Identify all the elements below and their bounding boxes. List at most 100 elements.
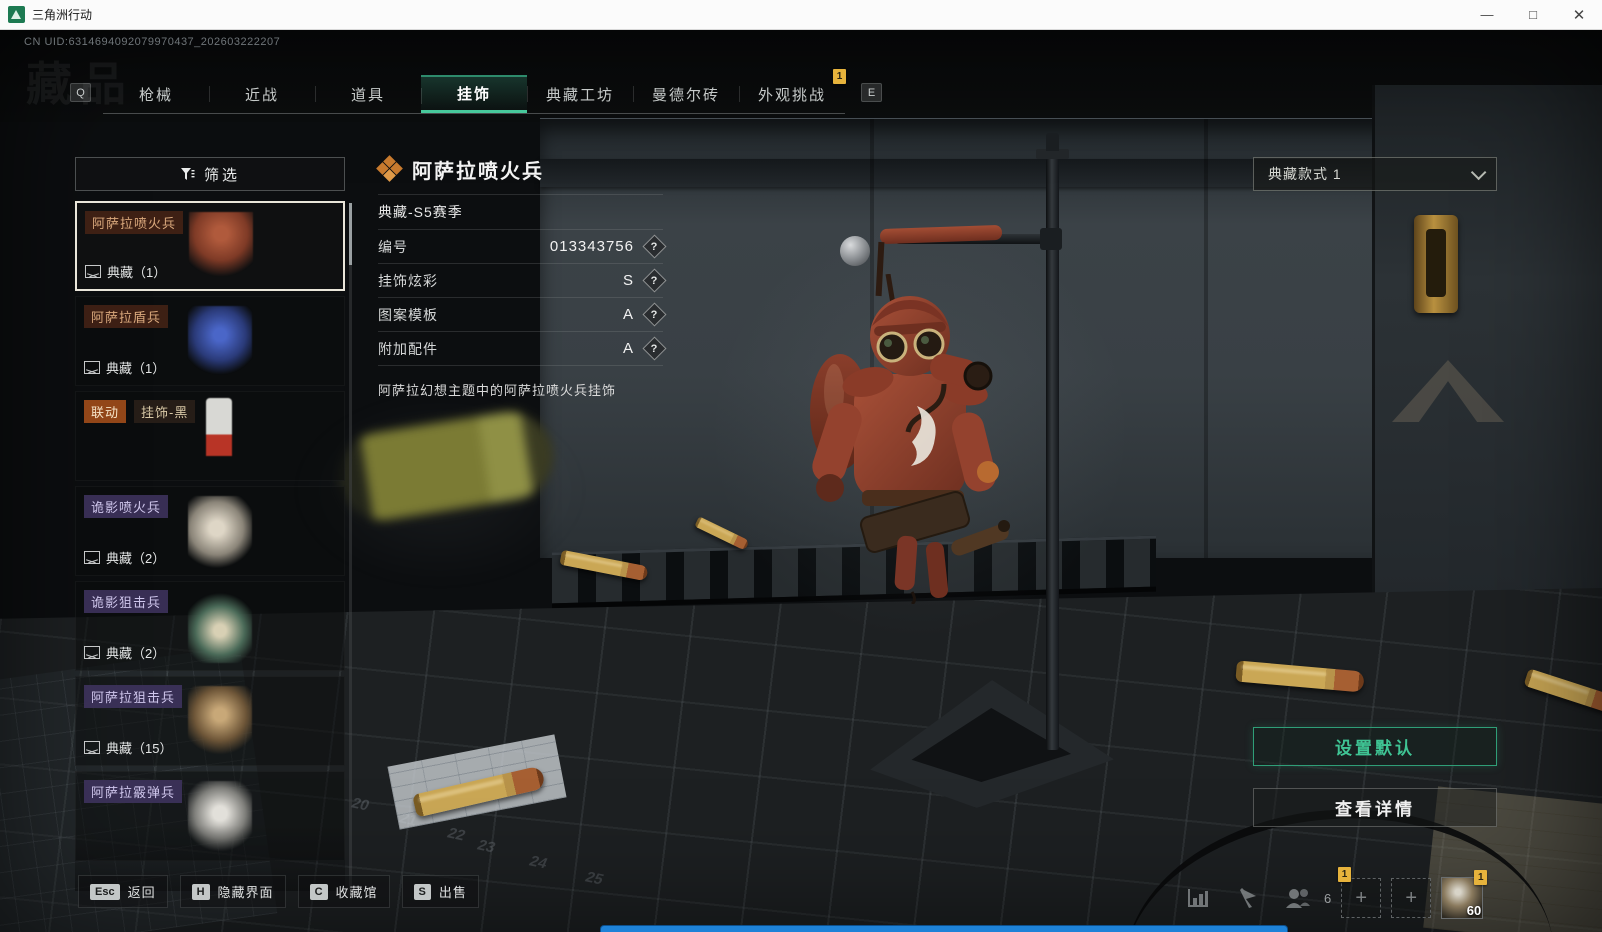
item-count: 典藏（1） xyxy=(106,361,166,376)
maximize-button[interactable]: □ xyxy=(1510,0,1556,29)
serial-number: 013343756 xyxy=(549,238,634,255)
minimize-button[interactable]: — xyxy=(1464,0,1510,29)
colorway-grade: S xyxy=(622,272,634,289)
item-thumbnail xyxy=(188,686,252,758)
hotkey-hide-ui[interactable]: H 隐藏界面 xyxy=(179,875,286,908)
list-item-linkage-black[interactable]: 联动 挂饰-黑 xyxy=(75,391,345,481)
item-count: 典藏（15） xyxy=(106,741,173,756)
hotkey-bar: Esc 返回 H 隐藏界面 C 收藏馆 S 出售 xyxy=(78,875,479,908)
list-item-ghost-sniper[interactable]: 诡影狙击兵 典藏（2） xyxy=(75,581,345,671)
detail-row-colorway: 挂饰炫彩 S ? xyxy=(378,264,667,298)
style-dropdown[interactable]: 典藏款式 1 xyxy=(1253,157,1497,191)
item-thumbnail xyxy=(188,591,252,663)
season-label: 典藏-S5赛季 xyxy=(378,204,463,220)
os-titlebar: 三角洲行动 — □ ✕ xyxy=(0,0,1602,30)
detail-row-pattern: 图案模板 A ? xyxy=(378,298,667,332)
item-name-tag: 阿萨拉喷火兵 xyxy=(85,211,184,234)
item-name-tag: 阿萨拉狙击兵 xyxy=(84,685,183,708)
filter-funnel-icon xyxy=(180,167,195,180)
detail-row-serial: 编号 013343756 ? xyxy=(378,230,667,264)
item-name-tag: 阿萨拉盾兵 xyxy=(84,305,169,328)
tab-appearance-challenge[interactable]: 外观挑战 xyxy=(739,75,845,113)
report-flag-icon[interactable] xyxy=(1228,878,1268,918)
item-thumbnail xyxy=(188,496,252,568)
tab-bar: 枪械 近战 道具 挂饰 典藏工坊 曼德尔砖 外观挑战 xyxy=(103,75,845,114)
collection-icon xyxy=(84,741,100,754)
tab-notification-badge: 1 xyxy=(833,69,846,84)
scrollbar-thumb[interactable] xyxy=(349,203,352,265)
pendant-title: 阿萨拉喷火兵 xyxy=(412,160,544,183)
filter-button[interactable]: 筛选 xyxy=(75,157,345,191)
list-item-asara-shotgunner[interactable]: 阿萨拉霰弹兵 xyxy=(75,771,345,861)
tab-items[interactable]: 道具 xyxy=(315,75,421,113)
player-level: 60 xyxy=(1466,903,1482,918)
list-item-ghost-flamethrower[interactable]: 诡影喷火兵 典藏（2） xyxy=(75,486,345,576)
collection-icon xyxy=(84,551,100,564)
taskbar-peek xyxy=(600,925,1288,932)
hud: CN UID:6314694092079970437_202603222207 … xyxy=(0,30,1602,932)
view-details-button[interactable]: 查看详情 xyxy=(1253,788,1497,827)
pendant-description: 阿萨拉幻想主题中的阿萨拉喷火兵挂饰 xyxy=(378,383,617,398)
tab-pendants[interactable]: 挂饰 xyxy=(421,75,527,113)
tab-collection-workshop[interactable]: 典藏工坊 xyxy=(527,75,633,113)
avatar-badge: 1 xyxy=(1474,870,1488,885)
collection-icon xyxy=(85,265,101,278)
hotkey-collection-hall[interactable]: C 收藏馆 xyxy=(297,875,390,908)
item-name-tag: 诡影狙击兵 xyxy=(84,590,169,613)
help-icon[interactable]: ? xyxy=(642,302,667,327)
prev-tab-keycap[interactable]: Q xyxy=(70,83,91,102)
item-thumbnail xyxy=(189,212,253,284)
style-dropdown-value: 典藏款式 1 xyxy=(1268,166,1342,182)
item-count: 典藏（2） xyxy=(106,551,166,566)
add-slot-button[interactable]: + xyxy=(1341,878,1382,918)
item-name-tag: 挂饰-黑 xyxy=(134,400,196,423)
collection-icon xyxy=(84,361,100,374)
close-button[interactable]: ✕ xyxy=(1556,0,1602,29)
chevron-down-icon xyxy=(1470,164,1487,180)
next-tab-keycap[interactable]: E xyxy=(861,83,882,102)
social-badge: 1 xyxy=(1338,867,1351,882)
list-item-asara-sniper[interactable]: 阿萨拉狙击兵 典藏（15） xyxy=(75,676,345,766)
player-avatar[interactable]: 60 1 xyxy=(1441,870,1488,919)
stats-icon[interactable] xyxy=(1178,878,1218,918)
window-controls: — □ ✕ xyxy=(1464,0,1602,29)
item-name-tag: 阿萨拉霰弹兵 xyxy=(84,780,183,803)
item-thumbnail xyxy=(188,781,252,853)
item-count: 典藏（1） xyxy=(107,265,167,280)
hotkey-sell[interactable]: S 出售 xyxy=(401,875,479,908)
set-default-button[interactable]: 设置默认 xyxy=(1253,727,1497,766)
tab-mandel-brick[interactable]: 曼德尔砖 xyxy=(633,75,739,113)
help-icon[interactable]: ? xyxy=(642,234,667,259)
detail-row-accessory: 附加配件 A ? xyxy=(378,332,667,366)
item-name-tag: 诡影喷火兵 xyxy=(84,495,169,518)
pendant-rarity-icon xyxy=(376,155,403,182)
tab-weapons[interactable]: 枪械 xyxy=(103,75,209,113)
screen: 三角洲行动 — □ ✕ 20 21 22 23 24 25 xyxy=(0,0,1602,932)
list-item-asara-flamethrower[interactable]: 阿萨拉喷火兵 典藏（1） xyxy=(75,201,345,291)
item-thumbnail xyxy=(188,306,252,378)
pattern-grade: A xyxy=(622,306,634,323)
pendant-list: 阿萨拉喷火兵 典藏（1） 阿萨拉盾兵 典藏（1） 联动 挂饰-黑 诡影喷火兵 典… xyxy=(75,201,345,891)
tab-melee[interactable]: 近战 xyxy=(209,75,315,113)
hotkey-back[interactable]: Esc 返回 xyxy=(78,875,168,908)
season-row: 典藏-S5赛季 xyxy=(378,194,663,230)
detail-panel: 阿萨拉喷火兵 典藏-S5赛季 编号 013343756 ? 挂饰炫彩 S ? 图… xyxy=(376,152,667,399)
game-viewport: 20 21 22 23 24 25 xyxy=(0,30,1602,932)
status-bar: 6 1 + + 60 1 xyxy=(1178,867,1488,921)
help-icon[interactable]: ? xyxy=(642,268,667,293)
list-scrollbar[interactable] xyxy=(349,203,352,889)
help-icon[interactable]: ? xyxy=(642,336,667,361)
uid-text: CN UID:6314694092079970437_202603222207 xyxy=(24,36,281,48)
list-item-asara-shield[interactable]: 阿萨拉盾兵 典藏（1） xyxy=(75,296,345,386)
item-count: 典藏（2） xyxy=(106,646,166,661)
item-thumbnail xyxy=(206,398,232,464)
app-logo-icon xyxy=(8,6,25,23)
collection-icon xyxy=(84,646,100,659)
window-title: 三角洲行动 xyxy=(32,8,93,22)
add-slot-button[interactable]: + xyxy=(1391,878,1432,918)
accessory-grade: A xyxy=(622,340,634,357)
social-icon[interactable] xyxy=(1278,878,1318,918)
detail-header: 阿萨拉喷火兵 xyxy=(376,152,663,186)
filter-label: 筛选 xyxy=(203,166,240,184)
item-linkage-badge: 联动 xyxy=(84,400,127,423)
